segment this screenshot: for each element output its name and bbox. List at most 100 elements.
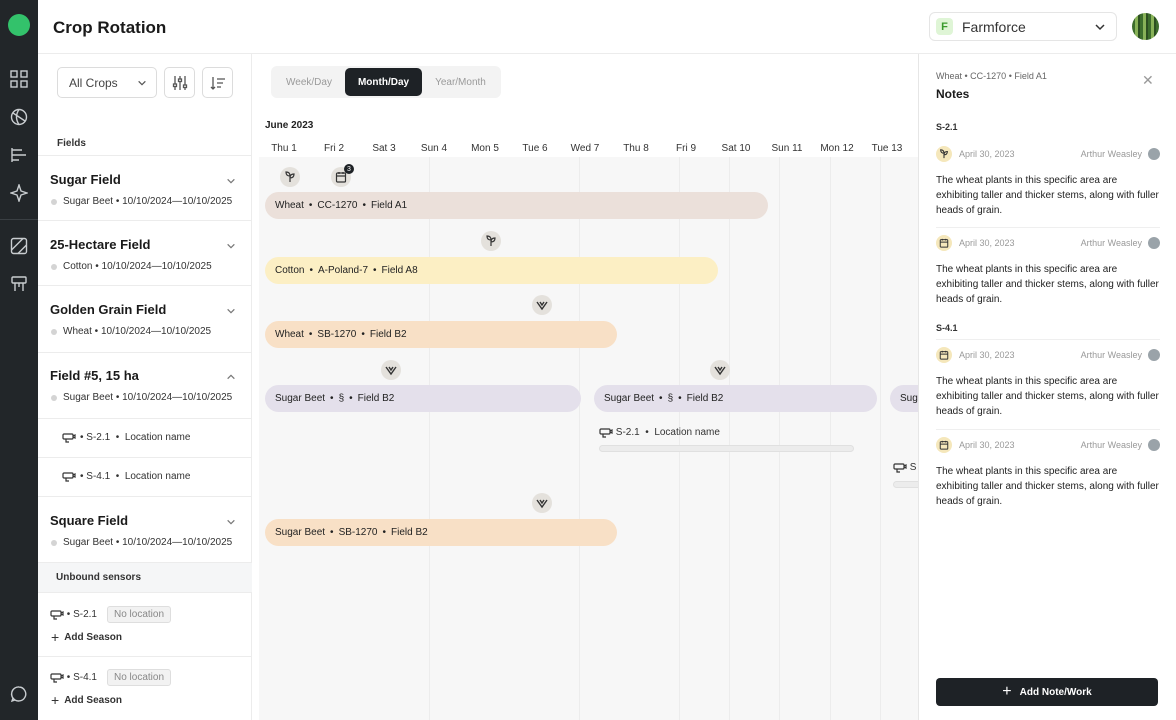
tab-month-day[interactable]: Month/Day xyxy=(344,68,423,96)
org-switcher[interactable]: F Farmforce xyxy=(929,12,1117,41)
chevron-down-icon[interactable] xyxy=(226,517,236,527)
note-text: The wheat plants in this specific area a… xyxy=(936,376,1159,417)
event-marker[interactable]: 3 xyxy=(331,164,354,187)
day-header: Tue 6 xyxy=(522,143,548,154)
note-item[interactable]: April 30, 2023 Arthur Weasley The wheat … xyxy=(936,146,1160,218)
chevron-up-icon[interactable] xyxy=(226,372,236,382)
field-row[interactable]: Golden Grain Field Wheat • 10/10/2024—10… xyxy=(38,285,252,352)
sensor-track[interactable] xyxy=(893,481,918,488)
season-bar[interactable]: Wheat • CC-1270 • Field A1 xyxy=(265,192,768,219)
notes-section-label: S-2.1 xyxy=(936,122,958,132)
close-icon[interactable]: ✕ xyxy=(1142,72,1154,89)
chevron-down-icon xyxy=(138,80,146,86)
timeline-grid xyxy=(259,157,918,720)
org-badge: F xyxy=(936,18,953,35)
globe-icon[interactable] xyxy=(9,107,29,127)
note-item[interactable]: April 30, 2023 Arthur Weasley The wheat … xyxy=(936,235,1160,307)
event-marker[interactable] xyxy=(710,360,730,380)
sign-icon[interactable] xyxy=(9,274,29,294)
harvest-icon xyxy=(536,499,548,509)
sensor-row[interactable]: • S-2.1 • Location name xyxy=(38,418,252,457)
brand-logo-icon[interactable] xyxy=(8,14,30,36)
add-season-button[interactable]: + Add Season xyxy=(51,692,122,708)
seedling-icon xyxy=(936,146,952,162)
add-note-button[interactable]: + Add Note/Work xyxy=(936,678,1158,706)
sort-icon xyxy=(210,76,225,90)
field-season: Wheat • 10/10/2024—10/10/2025 xyxy=(51,326,211,337)
divider xyxy=(936,429,1160,430)
seedling-icon xyxy=(486,235,496,246)
crop-filter-value: All Crops xyxy=(69,75,118,90)
calendar-icon xyxy=(936,437,952,453)
season-bar[interactable]: Sugar Beet • § • Field B2 xyxy=(265,385,581,412)
field-row[interactable]: 25-Hectare Field Cotton • 10/10/2024—10/… xyxy=(38,220,252,285)
avatar[interactable] xyxy=(1132,13,1159,40)
season-bar[interactable]: Sugar Beet • SB-1270 • Field B2 xyxy=(265,519,617,546)
event-marker[interactable] xyxy=(280,167,300,187)
crop-filter-dropdown[interactable]: All Crops xyxy=(57,67,157,98)
divider xyxy=(936,227,1160,228)
event-marker[interactable] xyxy=(381,360,401,380)
app-rail xyxy=(0,0,38,720)
sparkle-icon[interactable] xyxy=(9,183,29,203)
note-author: Arthur Weasley xyxy=(1080,238,1142,248)
field-row[interactable]: Field #5, 15 ha Sugar Beet • 10/10/2024—… xyxy=(38,352,252,418)
chart-bars-icon[interactable] xyxy=(9,145,29,165)
add-season-button[interactable]: + Add Season xyxy=(51,629,122,645)
field-row[interactable]: Square Field Sugar Beet • 10/10/2024—10/… xyxy=(38,496,252,562)
view-switcher: Week/Day Month/Day Year/Month xyxy=(271,66,501,98)
harvest-icon xyxy=(714,366,726,376)
chevron-down-icon[interactable] xyxy=(226,306,236,316)
season-bar[interactable]: Wheat • SB-1270 • Field B2 xyxy=(265,321,617,348)
sort-button[interactable] xyxy=(202,67,233,98)
chevron-down-icon[interactable] xyxy=(226,241,236,251)
season-bar[interactable]: Suga xyxy=(890,385,918,412)
field-season: Cotton • 10/10/2024—10/10/2025 xyxy=(51,261,212,272)
note-item[interactable]: April 30, 2023 Arthur Weasley The wheat … xyxy=(936,347,1160,419)
sliders-icon xyxy=(172,75,187,90)
chat-icon[interactable] xyxy=(9,684,29,704)
avatar xyxy=(1148,439,1160,451)
event-count-badge: 3 xyxy=(344,164,354,174)
event-marker[interactable] xyxy=(532,493,552,513)
day-header: Fri 9 xyxy=(676,143,696,154)
harvest-icon xyxy=(385,366,397,376)
sensor-track[interactable] xyxy=(599,445,854,452)
no-location-tag: No location xyxy=(107,606,172,623)
camera-icon xyxy=(62,432,76,443)
note-date: April 30, 2023 xyxy=(959,440,1015,450)
field-name: Golden Grain Field xyxy=(50,302,167,317)
timeline-sensor-row: S xyxy=(893,462,916,473)
season-bar[interactable]: Cotton • A-Poland-7 • Field A8 xyxy=(265,257,718,284)
event-marker[interactable] xyxy=(532,295,552,315)
filter-settings-button[interactable] xyxy=(164,67,195,98)
day-header: Sun 11 xyxy=(771,143,803,154)
day-header: Sun 4 xyxy=(420,143,448,154)
fields-panel: All Crops Fields Sugar Field Sugar Beet … xyxy=(38,54,252,720)
field-row[interactable]: Sugar Field Sugar Beet • 10/10/2024—10/1… xyxy=(38,155,252,220)
unbound-sensor: • S-4.1 xyxy=(50,672,97,683)
chevron-down-icon[interactable] xyxy=(226,176,236,186)
note-item[interactable]: April 30, 2023 Arthur Weasley The wheat … xyxy=(936,437,1160,509)
note-text: The wheat plants in this specific area a… xyxy=(936,264,1159,305)
tab-week-day[interactable]: Week/Day xyxy=(273,68,345,96)
day-header: Thu 1 xyxy=(271,143,297,154)
timeline: Week/Day Month/Day Year/Month June 2023 … xyxy=(253,54,918,720)
season-bar[interactable]: Sugar Beet • § • Field B2 xyxy=(594,385,877,412)
page-title: Crop Rotation xyxy=(53,18,167,37)
grid-icon[interactable] xyxy=(9,69,29,89)
divider xyxy=(38,656,252,657)
sensor-item: • S-4.1 • Location name xyxy=(62,471,190,482)
event-marker[interactable] xyxy=(481,231,501,251)
tab-year-month[interactable]: Year/Month xyxy=(422,68,499,96)
map-icon[interactable] xyxy=(9,236,29,256)
camera-icon xyxy=(62,471,76,482)
field-name: Square Field xyxy=(50,513,129,528)
field-season: Sugar Beet • 10/10/2024—10/10/2025 xyxy=(51,196,232,207)
sensor-row[interactable]: • S-4.1 • Location name xyxy=(38,457,252,496)
app-header: Crop Rotation F Farmforce xyxy=(38,0,1176,54)
avatar xyxy=(1148,349,1160,361)
note-date: April 30, 2023 xyxy=(959,238,1015,248)
note-author: Arthur Weasley xyxy=(1080,350,1142,360)
harvest-icon xyxy=(536,301,548,311)
